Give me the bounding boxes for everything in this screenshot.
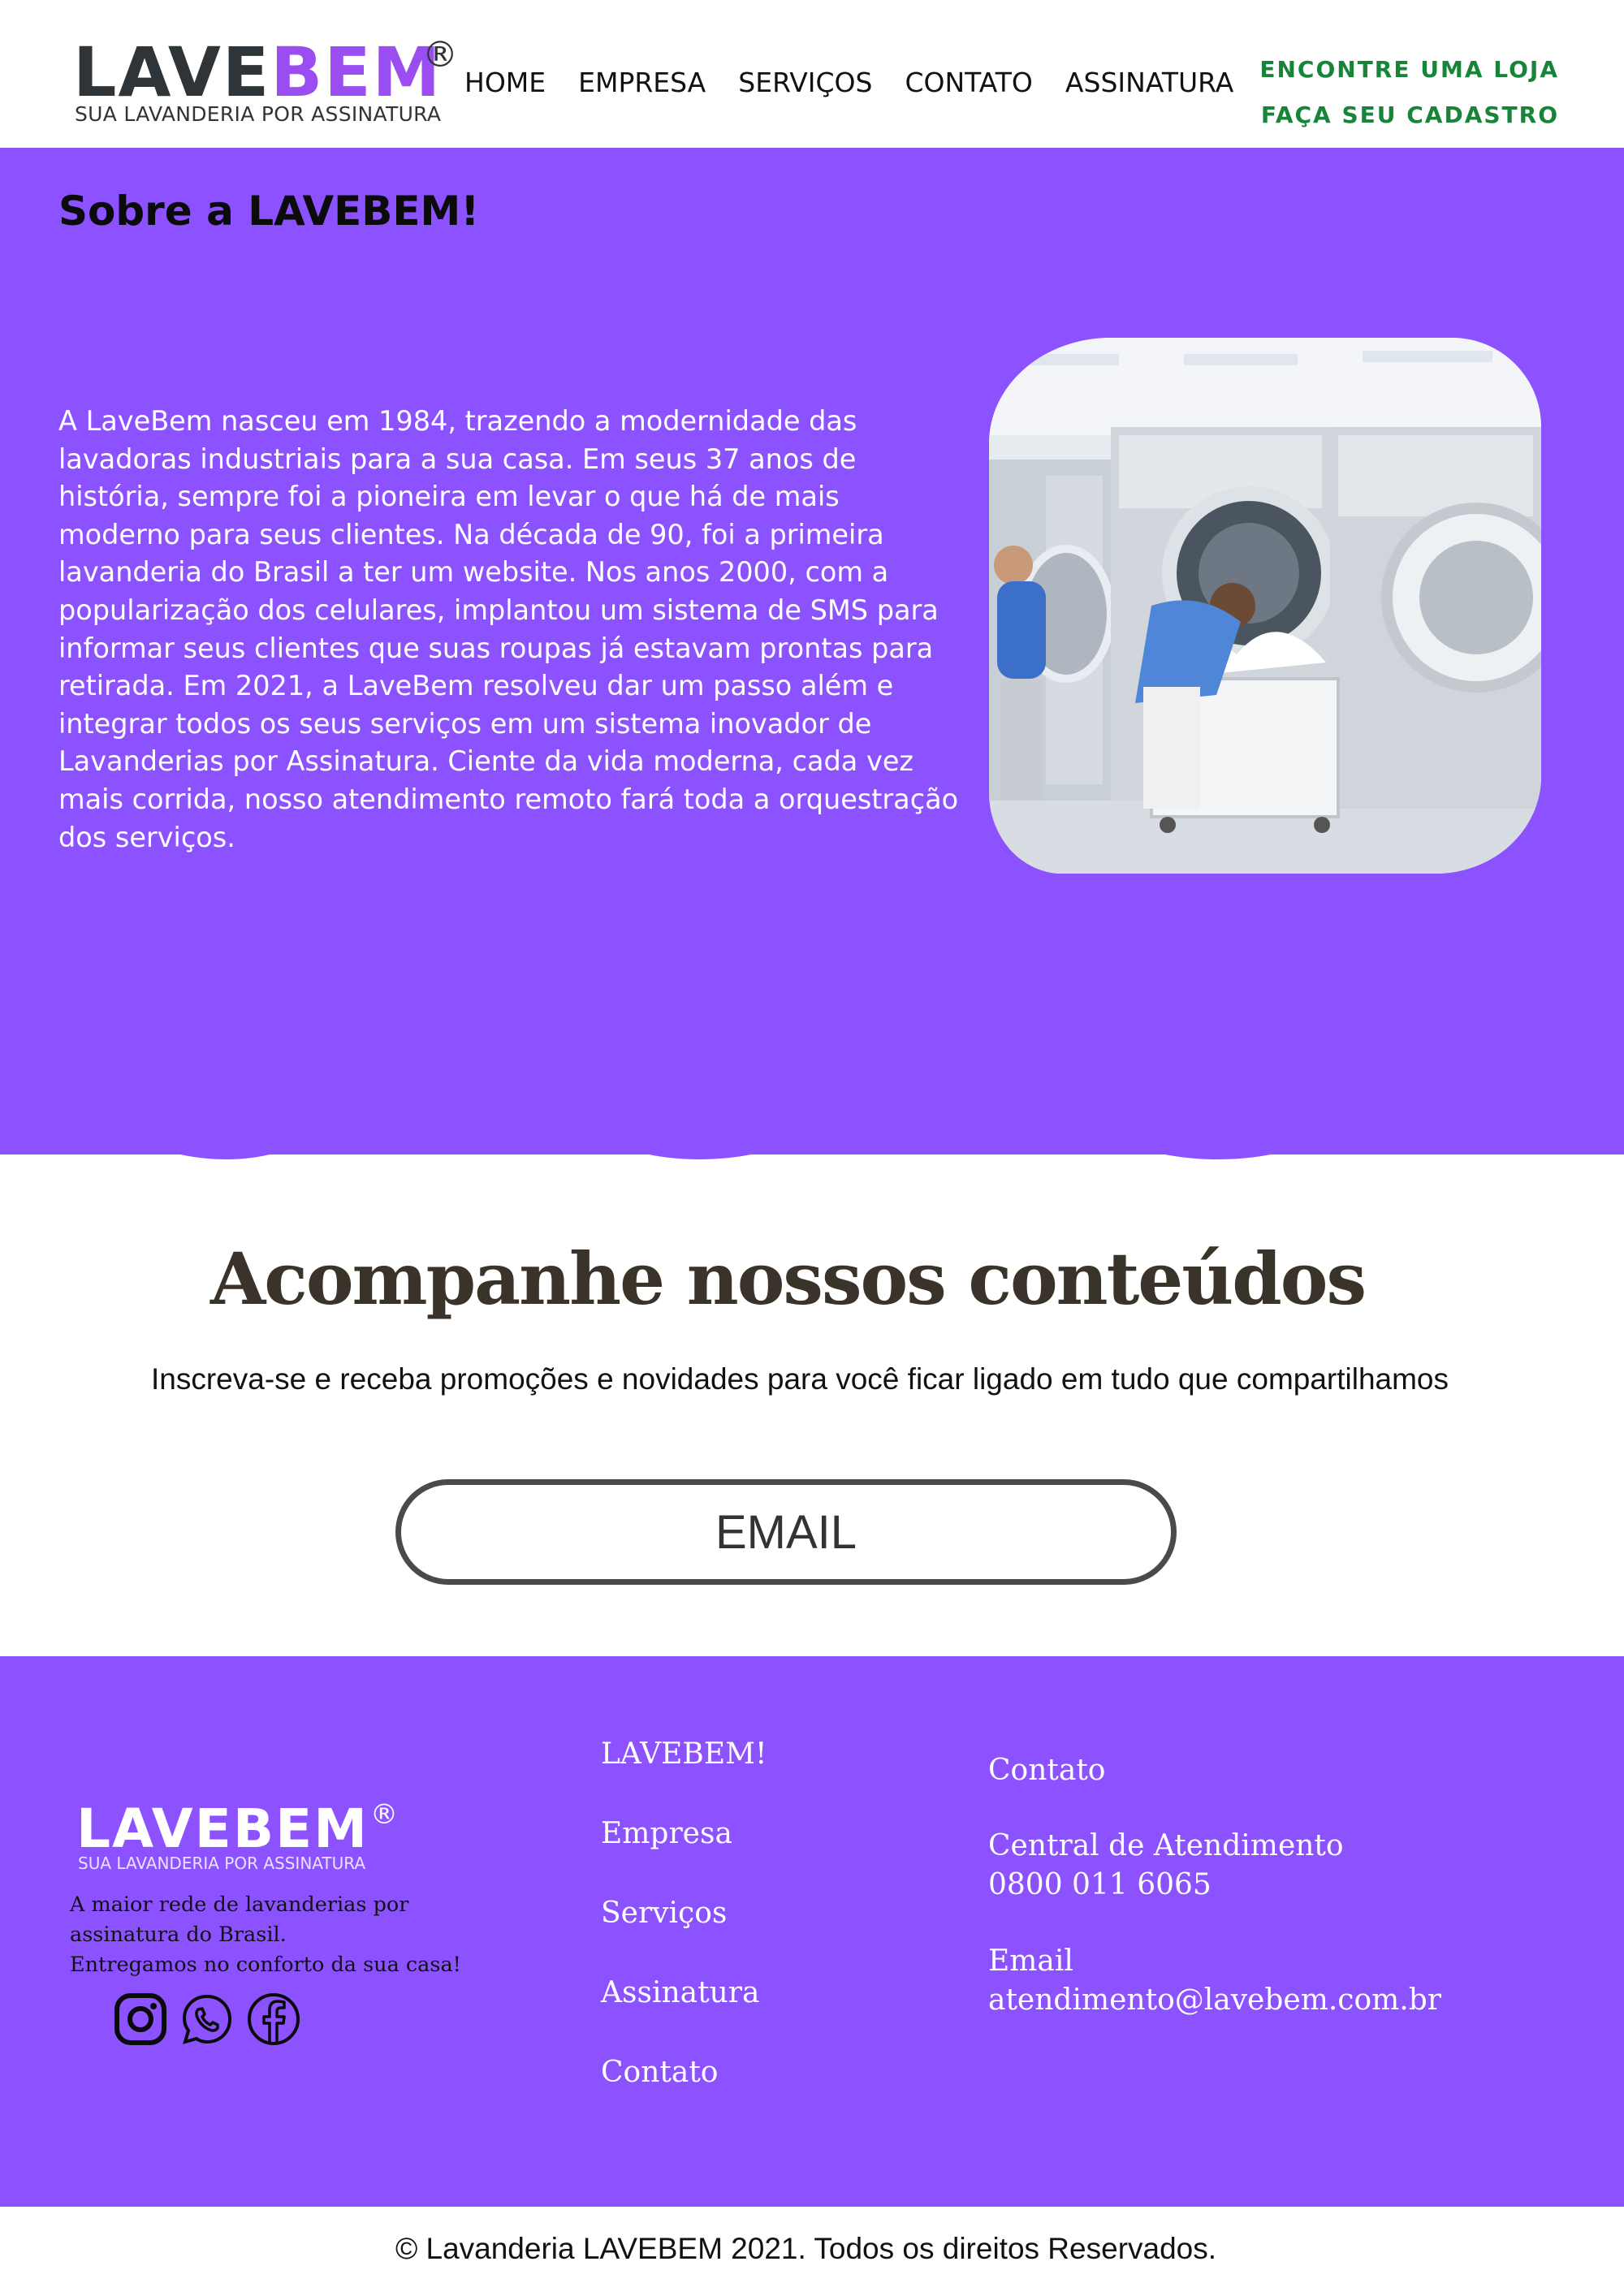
header-cta-links: ENCONTRE UMA LOJA FAÇA SEU CADASTRO [1259, 47, 1559, 138]
whatsapp-icon[interactable] [179, 1991, 235, 2048]
logo-part-lave: LAVE [73, 32, 271, 112]
footer-link-servicos[interactable]: Serviços [601, 1895, 767, 1974]
facebook-icon[interactable] [245, 1991, 302, 2048]
footer-link-lavebem[interactable]: LAVEBEM! [601, 1736, 767, 1815]
footer-description-line: assinatura do Brasil. [70, 1923, 287, 1947]
support-label: Central de Atendimento [988, 1829, 1344, 1862]
social-links [112, 1991, 302, 2048]
footer-registered-mark: ® [370, 1798, 398, 1831]
footer-link-empresa[interactable]: Empresa [601, 1815, 767, 1895]
nav-assinatura[interactable]: ASSINATURA [1065, 67, 1233, 99]
about-title: Sobre a LAVEBEM! [58, 188, 480, 235]
laundry-illustration [989, 338, 1541, 874]
instagram-icon[interactable] [112, 1991, 169, 2048]
contact-email-link[interactable]: atendimento@lavebem.com.br [988, 1981, 1441, 2020]
registered-mark: ® [422, 34, 458, 76]
footer-description: A maior rede de lavanderias por assinatu… [70, 1890, 525, 1980]
find-store-link[interactable]: ENCONTRE UMA LOJA [1259, 47, 1559, 93]
support-phone[interactable]: 0800 011 6065 [988, 1866, 1441, 1905]
nav-empresa[interactable]: EMPRESA [578, 67, 706, 99]
footer-description-line: A maior rede de lavanderias por [70, 1892, 409, 1917]
footer-logo-wordmark: LAVEBEM [76, 1798, 369, 1860]
footer-link-contato[interactable]: Contato [601, 2054, 767, 2134]
nav-contato[interactable]: CONTATO [905, 67, 1032, 99]
footer-link-assinatura[interactable]: Assinatura [601, 1974, 767, 2054]
brand-logo[interactable]: LAVEBEM ® SUA LAVANDERIA POR ASSINATURA [73, 36, 463, 133]
logo-part-bem: BEM [270, 32, 443, 112]
nav-servicos[interactable]: SERVIÇOS [738, 67, 872, 99]
footer-contact: Contato Central de Atendimento 0800 011 … [988, 1752, 1441, 2020]
register-link[interactable]: FAÇA SEU CADASTRO [1259, 93, 1559, 138]
footer-nav: LAVEBEM! Empresa Serviços Assinatura Con… [601, 1736, 767, 2134]
laundry-photo [989, 338, 1541, 874]
contact-heading: Contato [988, 1754, 1106, 1787]
email-label: Email [988, 1944, 1073, 1978]
logo-wordmark: LAVEBEM [73, 36, 442, 109]
copyright-text: © Lavanderia LAVEBEM 2021. Todos os dire… [395, 2232, 1217, 2265]
logo-tagline: SUA LAVANDERIA POR ASSINATURA [75, 102, 442, 126]
site-header: LAVEBEM ® SUA LAVANDERIA POR ASSINATURA … [0, 0, 1624, 148]
newsletter-subtitle: Inscreva-se e receba promoções e novidad… [150, 1362, 1449, 1396]
footer-logo[interactable]: LAVEBEM ® SUA LAVANDERIA POR ASSINATURA [76, 1798, 417, 1882]
footer-logo-tagline: SUA LAVANDERIA POR ASSINATURA [78, 1854, 366, 1873]
newsletter-email-input[interactable] [395, 1479, 1177, 1585]
about-text: A LaveBem nasceu em 1984, trazendo a mod… [58, 405, 959, 853]
newsletter-title: Acompanhe nossos conteúdos [209, 1236, 1367, 1321]
section-wave-divider [0, 1055, 1624, 1159]
main-nav: HOME EMPRESA SERVIÇOS CONTATO ASSINATURA [464, 67, 1266, 99]
nav-home[interactable]: HOME [464, 67, 546, 99]
footer-description-line: Entregamos no conforto da sua casa! [70, 1953, 461, 1977]
